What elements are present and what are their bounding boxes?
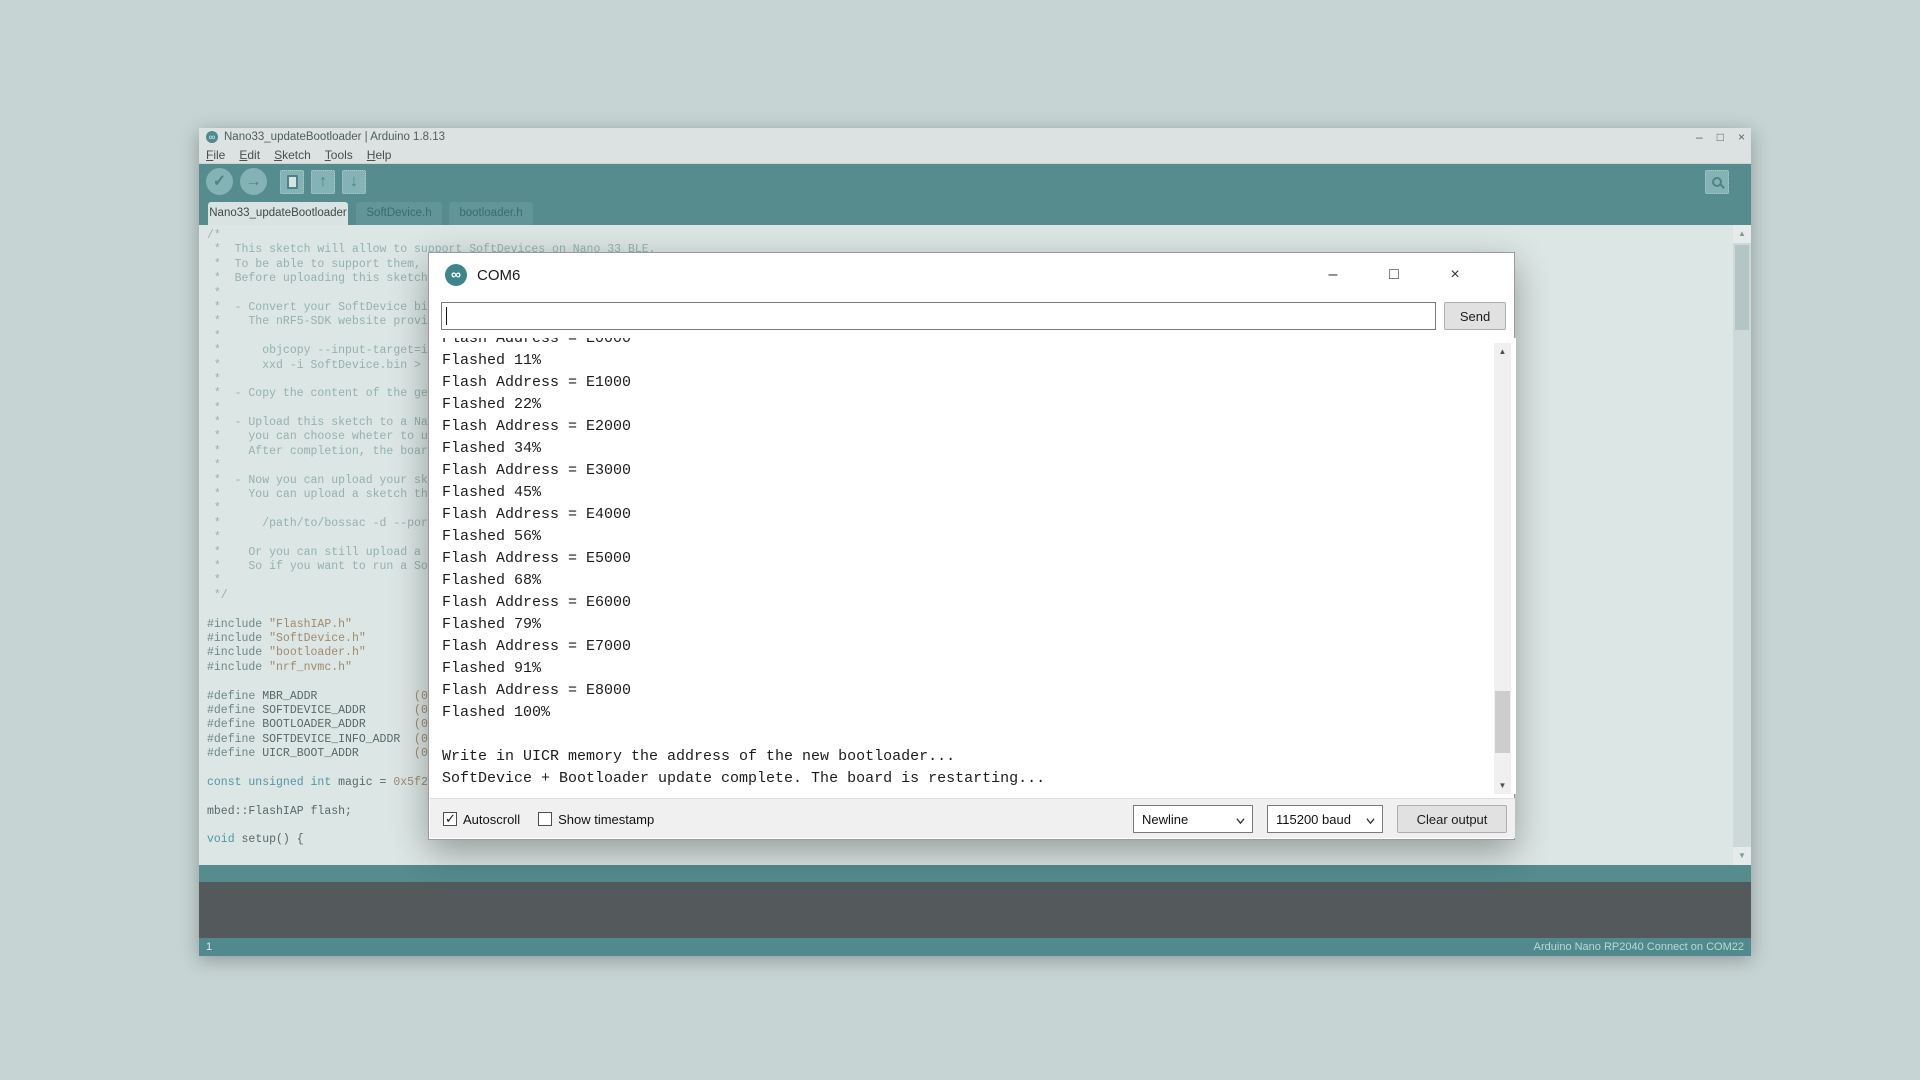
send-button[interactable]: Send [1444,302,1506,330]
close-icon[interactable]: × [1738,128,1745,146]
save-button[interactable]: ↓ [342,170,366,194]
menu-sketch[interactable]: Sketch [274,148,311,162]
serial-monitor-button[interactable] [1705,170,1729,194]
serial-monitor-window: ∞ COM6 – □ × Send Flash Address = E0000F… [428,252,1515,840]
arduino-logo-icon: ∞ [206,131,218,143]
ide-tabbar: Nano33_updateBootloader SoftDevice.h boo… [199,199,1751,225]
serial-output-line: Flashed 56% [442,526,1516,548]
ide-toolbar: ✓ → ↑ ↓ [199,164,1751,199]
clear-output-button[interactable]: Clear output [1397,805,1507,833]
verify-check-icon: ✓ [213,174,226,190]
serial-output-line: Write in UICR memory the address of the … [442,746,1516,768]
code-line: /* [207,229,1733,243]
chevron-down-icon [1366,816,1375,825]
serial-monitor-title: COM6 [477,267,520,284]
ide-titlebar[interactable]: ∞ Nano33_updateBootloader | Arduino 1.8.… [199,128,1751,146]
new-sketch-icon [287,175,298,189]
baud-rate-value: 115200 baud [1276,812,1351,827]
serial-output-area[interactable]: Flash Address = E0000Flashed 11%Flash Ad… [429,338,1516,794]
ide-window-title: Nano33_updateBootloader | Arduino 1.8.13 [224,131,445,143]
editor-console-divider [199,865,1751,882]
line-ending-dropdown[interactable]: Newline [1133,805,1253,833]
ide-menubar: File Edit Sketch Tools Help [199,146,1751,164]
verify-button[interactable]: ✓ [206,168,233,195]
serial-output-line: Flash Address = E4000 [442,504,1516,526]
serial-monitor-titlebar[interactable]: ∞ COM6 – □ × [429,253,1514,297]
serial-output-line: Flash Address = E3000 [442,460,1516,482]
serial-scrollbar-thumb[interactable] [1495,691,1510,753]
serial-output-line: Flash Address = E7000 [442,636,1516,658]
serial-output-line: Flashed 79% [442,614,1516,636]
menu-file[interactable]: File [206,148,225,162]
upload-button[interactable]: → [240,168,267,195]
show-timestamp-checkbox[interactable] [538,812,552,826]
maximize-icon[interactable]: □ [1371,266,1417,284]
upload-arrow-icon: → [246,174,262,190]
baud-rate-dropdown[interactable]: 115200 baud [1267,805,1383,833]
new-sketch-button[interactable] [280,170,304,194]
minimize-icon[interactable]: – [1310,266,1356,284]
serial-output-line: Flashed 34% [442,438,1516,460]
close-icon[interactable]: × [1432,266,1478,284]
menu-edit[interactable]: Edit [239,148,260,162]
restore-icon[interactable]: □ [1717,128,1724,146]
scroll-down-icon[interactable]: ▼ [1494,777,1511,794]
serial-output-line: Flashed 22% [442,394,1516,416]
tab-bootloader-h[interactable]: bootloader.h [449,202,533,225]
scroll-down-icon[interactable]: ▼ [1733,847,1751,865]
serial-monitor-options-bar: Autoscroll Show timestamp Newline 115200… [430,798,1515,838]
editor-scrollbar[interactable]: ▲ ▼ [1733,225,1751,865]
autoscroll-label[interactable]: Autoscroll [463,812,520,827]
editor-scrollbar-thumb[interactable] [1735,245,1749,330]
console-output-area [199,882,1751,938]
serial-output-line: Flash Address = E8000 [442,680,1516,702]
chevron-down-icon [1236,816,1245,825]
serial-output-line: Flash Address = E5000 [442,548,1516,570]
scroll-up-icon[interactable]: ▲ [1494,343,1511,360]
open-icon: ↑ [319,174,327,190]
serial-output-line: Flash Address = E2000 [442,416,1516,438]
tab-nano33-updatebootloader[interactable]: Nano33_updateBootloader [208,202,348,225]
menu-help[interactable]: Help [367,148,392,162]
autoscroll-checkbox[interactable] [443,812,457,826]
serial-output-line: Flashed 45% [442,482,1516,504]
show-timestamp-label[interactable]: Show timestamp [558,812,654,827]
serial-output-line: Flash Address = E1000 [442,372,1516,394]
serial-output-line [442,724,1516,746]
tab-softdevice-h[interactable]: SoftDevice.h [356,202,442,225]
serial-output-line: Flashed 68% [442,570,1516,592]
serial-output-line: SoftDevice + Bootloader update complete.… [442,768,1516,790]
scroll-up-icon[interactable]: ▲ [1733,225,1751,243]
line-ending-value: Newline [1142,812,1188,827]
serial-output-line: Flash Address = E0000 [442,338,1516,350]
serial-monitor-icon [1712,177,1722,187]
serial-output-scrollbar[interactable]: ▲ ▼ [1494,343,1511,794]
serial-output-line: Flash Address = E6000 [442,592,1516,614]
status-line-number: 1 [206,941,212,953]
ide-statusbar: 1 Arduino Nano RP2040 Connect on COM22 [199,938,1751,956]
text-caret [446,307,447,325]
minimize-icon[interactable]: – [1696,128,1703,146]
serial-output-line: Flashed 11% [442,350,1516,372]
save-icon: ↓ [350,174,358,190]
status-board-port: Arduino Nano RP2040 Connect on COM22 [1534,941,1744,953]
open-button[interactable]: ↑ [311,170,335,194]
menu-tools[interactable]: Tools [325,148,353,162]
serial-output-line: Flashed 91% [442,658,1516,680]
serial-output-line: Flashed 100% [442,702,1516,724]
serial-input[interactable] [441,302,1436,330]
arduino-logo-icon: ∞ [445,264,467,286]
